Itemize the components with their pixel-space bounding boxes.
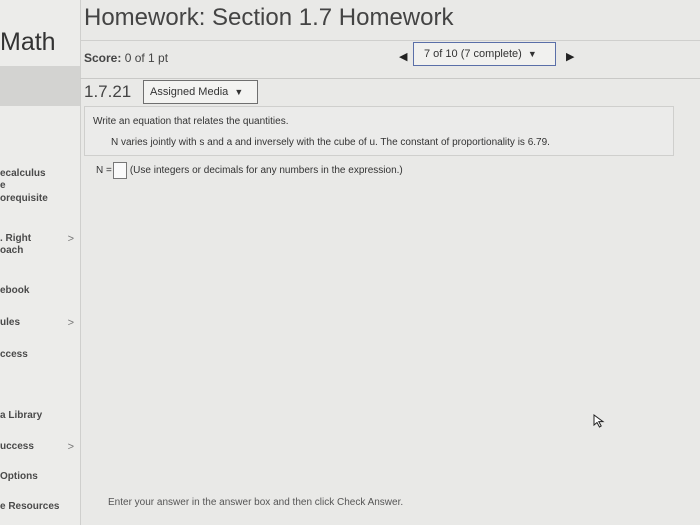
- sidebar-item-label: oach: [0, 245, 24, 256]
- answer-row: N = (Use integers or decimals for any num…: [96, 162, 403, 179]
- title-bar: Homework: Section 1.7 Homework: [80, 0, 700, 41]
- dropdown-arrow-icon: ▼: [234, 87, 244, 97]
- sidebar-item-label: a Library: [0, 410, 43, 421]
- dropdown-arrow-icon: ▼: [527, 49, 537, 59]
- footer-hint: Enter your answer in the answer box and …: [108, 497, 404, 508]
- question-number: 1.7.21: [84, 82, 132, 101]
- sidebar-item-label: e: [0, 180, 6, 191]
- sidebar-item-success[interactable]: uccess >: [0, 441, 80, 453]
- question-progress-label: 7 of 10 (7 complete): [424, 48, 522, 60]
- sidebar-item-label: uccess: [0, 441, 34, 452]
- sidebar-item-options[interactable]: Options: [0, 471, 80, 483]
- chevron-right-icon: >: [67, 317, 74, 329]
- question-instruction: Write an equation that relates the quant…: [93, 116, 289, 127]
- chevron-right-icon: >: [67, 233, 74, 245]
- sidebar-item-label: ecalculus: [0, 168, 46, 179]
- question-progress-select[interactable]: 7 of 10 (7 complete) ▼: [413, 42, 556, 66]
- previous-question-button[interactable]: ◀: [399, 50, 407, 63]
- score-label: Score:: [84, 51, 122, 65]
- sidebar-item-ebook[interactable]: ebook: [0, 285, 80, 297]
- next-question-button[interactable]: ▶: [566, 50, 574, 63]
- assigned-media-button[interactable]: Assigned Media ▼: [143, 80, 258, 104]
- sidebar-item-e[interactable]: e: [0, 180, 80, 192]
- sidebar: Math ecalculus e orequisite . Right > oa…: [0, 0, 81, 525]
- sidebar-item-label: Options: [0, 471, 38, 482]
- sidebar-item-label: orequisite: [0, 193, 48, 204]
- score-value: 0 of 1 pt: [124, 51, 169, 65]
- question-text: N varies jointly with s and a and invers…: [111, 137, 550, 148]
- answer-input[interactable]: [112, 162, 127, 179]
- sidebar-item-resources[interactable]: e Resources: [0, 501, 80, 513]
- sidebar-item-library[interactable]: a Library: [0, 410, 80, 422]
- sidebar-item-precalculus[interactable]: ecalculus: [0, 168, 80, 180]
- header-divider: [80, 78, 700, 79]
- sidebar-item-access[interactable]: ccess: [0, 349, 80, 361]
- score: Score: 0 of 1 pt: [84, 51, 168, 65]
- sidebar-item-label: . Right: [0, 233, 32, 244]
- main-content: Homework: Section 1.7 Homework Score: 0 …: [80, 0, 700, 525]
- sidebar-item-label: ccess: [0, 349, 28, 360]
- sidebar-header-band: [0, 66, 80, 106]
- page-title: Homework: Section 1.7 Homework: [84, 4, 454, 31]
- sidebar-item-label: e Resources: [0, 501, 60, 512]
- course-brand: Math: [0, 28, 56, 56]
- sidebar-item-modules[interactable]: ules >: [0, 317, 80, 329]
- sidebar-item-right[interactable]: . Right >: [0, 233, 80, 245]
- question-panel: Write an equation that relates the quant…: [84, 106, 674, 156]
- assigned-media-label: Assigned Media: [150, 86, 229, 98]
- sidebar-item-label: ules: [0, 317, 21, 328]
- sidebar-item-prerequisite[interactable]: orequisite: [0, 193, 80, 205]
- chevron-right-icon: >: [67, 441, 74, 453]
- answer-hint: (Use integers or decimals for any number…: [129, 165, 403, 177]
- sidebar-item-label: ebook: [0, 285, 30, 296]
- mouse-cursor-icon: [593, 414, 605, 428]
- sidebar-item-approach[interactable]: oach: [0, 245, 80, 257]
- answer-prefix: N =: [96, 165, 112, 177]
